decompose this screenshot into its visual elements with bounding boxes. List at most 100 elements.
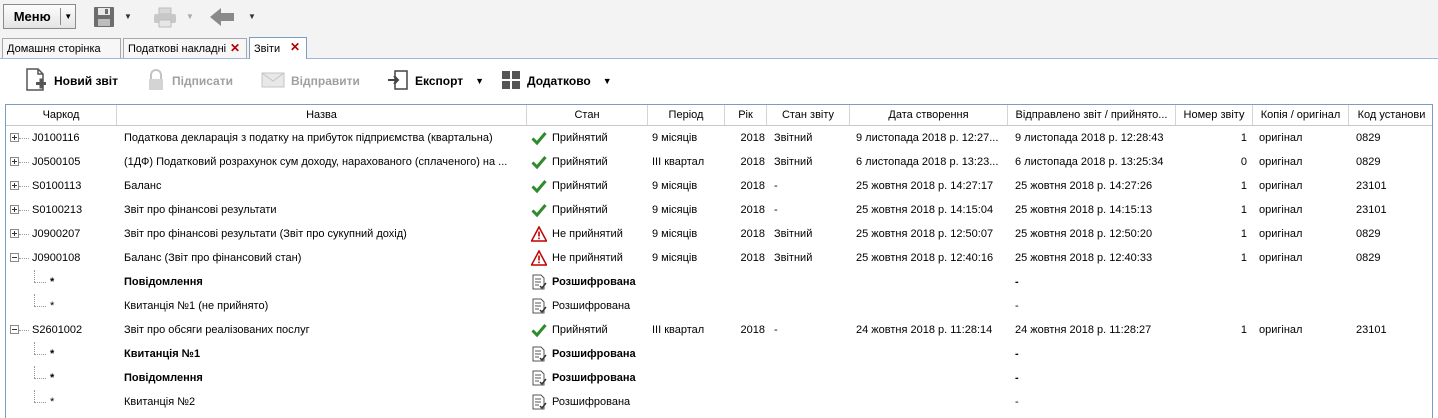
send-label: Відправити xyxy=(291,74,360,88)
cell-code: S0100213 xyxy=(32,204,83,216)
tree-connector xyxy=(19,258,29,259)
cell-year: 2018 xyxy=(740,324,765,336)
more-button[interactable]: Додатково ▼ xyxy=(501,67,612,95)
reports-grid: Чаркод Назва Стан Період Рік Стан звіту … xyxy=(5,104,1433,418)
table-child-row[interactable]: * Розшифрована Квитанція №1 (не прийнято) - xyxy=(6,294,1432,318)
tree-connector xyxy=(34,342,35,354)
cell-org-code xyxy=(1356,342,1432,366)
envelope-icon xyxy=(261,71,285,92)
cell-org-code: 0829 xyxy=(1356,132,1381,144)
tree-connector xyxy=(19,330,29,331)
document-icon xyxy=(531,370,547,386)
cell-created: 25 жовтня 2018 р. 14:27:17 xyxy=(856,180,994,192)
tab-reports[interactable]: Звіти ✕ xyxy=(249,37,307,59)
table-row[interactable]: J0900207 Не прийнятий Звіт про фінансові р… xyxy=(6,222,1432,246)
cell-copy: оригінал xyxy=(1259,180,1303,192)
export-button[interactable]: Експорт ▼ xyxy=(387,67,484,95)
close-icon[interactable]: ✕ xyxy=(230,41,240,55)
collapse-icon[interactable] xyxy=(10,253,19,262)
table-row[interactable]: J0500105 Прийнятий (1ДФ) Податковий розрах… xyxy=(6,150,1432,174)
column-header-name[interactable]: Назва xyxy=(117,105,527,125)
collapse-icon[interactable] xyxy=(10,325,19,334)
table-child-row[interactable]: * Розшифрована Квитанція №2 - xyxy=(6,390,1432,414)
print-dropdown-icon[interactable]: ▼ xyxy=(186,12,194,21)
new-report-button[interactable]: Новий звіт xyxy=(24,67,118,95)
tree-connector xyxy=(19,162,29,163)
table-child-row[interactable]: * Розшифрована Квитанція №1 - xyxy=(6,342,1432,366)
more-dropdown-icon[interactable]: ▼ xyxy=(603,76,612,86)
cell-copy xyxy=(1259,294,1347,318)
cell-period xyxy=(652,390,722,414)
table-row[interactable]: S2601002 Прийнятий Звіт про обсяги реалізо… xyxy=(6,318,1432,342)
sign-button[interactable]: Підписати xyxy=(146,67,233,95)
table-row[interactable]: S0100213 Прийнятий Звіт про фінансові резу… xyxy=(6,198,1432,222)
column-header-status[interactable]: Стан xyxy=(527,105,648,125)
cell-org-code: 0829 xyxy=(1356,228,1381,240)
table-child-row[interactable]: * Розшифрована Повідомлення - xyxy=(6,270,1432,294)
tab-tax-invoices[interactable]: Податкові накладні ✕ xyxy=(123,38,247,58)
check-icon xyxy=(531,202,547,218)
cell-report-state xyxy=(774,390,848,414)
chevron-down-icon[interactable]: ▼ xyxy=(61,12,75,21)
cell-code: * xyxy=(50,276,55,288)
cell-report-state: Звітний xyxy=(774,132,813,144)
column-header-copy[interactable]: Копія / оригінал xyxy=(1253,105,1349,125)
cell-org-code: 0829 xyxy=(1356,252,1381,264)
column-header-number[interactable]: Номер звіту xyxy=(1176,105,1253,125)
cell-created: 25 жовтня 2018 р. 12:40:16 xyxy=(856,252,994,264)
export-dropdown-icon[interactable]: ▼ xyxy=(475,76,484,86)
warning-icon xyxy=(530,225,548,242)
expand-icon[interactable] xyxy=(10,205,19,214)
expand-icon[interactable] xyxy=(10,229,19,238)
check-icon xyxy=(531,322,547,338)
cell-code: J0900207 xyxy=(32,228,81,240)
cell-status: Розшифрована xyxy=(552,300,631,312)
cell-copy: оригінал xyxy=(1259,204,1303,216)
expand-icon[interactable] xyxy=(10,157,19,166)
cell-status: Розшифрована xyxy=(552,396,631,408)
cell-name: Повідомлення xyxy=(124,372,203,384)
back-arrow-icon[interactable] xyxy=(208,4,236,30)
cell-sent: 25 жовтня 2018 р. 12:50:20 xyxy=(1015,228,1153,240)
cell-created: 9 листопада 2018 р. 12:27... xyxy=(856,132,999,144)
column-header-period[interactable]: Період xyxy=(648,105,725,125)
send-button[interactable]: Відправити xyxy=(261,67,360,95)
column-header-year[interactable]: Рік xyxy=(725,105,767,125)
expand-icon[interactable] xyxy=(10,181,19,190)
cell-report-state: Звітний xyxy=(774,228,813,240)
tree-connector xyxy=(34,294,35,306)
table-row[interactable]: J0100116 Прийнятий Податкова декларація з … xyxy=(6,126,1432,150)
cell-created: 25 жовтня 2018 р. 14:15:04 xyxy=(856,204,994,216)
grid-header: Чаркод Назва Стан Період Рік Стан звіту … xyxy=(6,105,1432,126)
expand-icon[interactable] xyxy=(10,133,19,142)
menu-button[interactable]: Меню ▼ xyxy=(3,4,76,29)
cell-copy xyxy=(1259,342,1347,366)
check-icon xyxy=(531,154,547,170)
column-header-report-state[interactable]: Стан звіту xyxy=(767,105,850,125)
table-child-row[interactable]: * Розшифрована Повідомлення - xyxy=(6,366,1432,390)
cell-created xyxy=(856,294,1006,318)
cell-code: S2601002 xyxy=(32,324,83,336)
column-header-sent[interactable]: Відправлено звіт / прийнято... xyxy=(1008,105,1176,125)
cell-name: Звіт про фінансові результати xyxy=(124,204,277,216)
cell-sent: - xyxy=(1015,300,1019,312)
cell-year: 2018 xyxy=(740,228,765,240)
save-icon[interactable] xyxy=(92,4,116,30)
cell-year xyxy=(729,294,765,318)
cell-name: Квитанція №1 xyxy=(124,348,201,360)
cell-year: 2018 xyxy=(740,204,765,216)
close-icon[interactable]: ✕ xyxy=(290,40,300,54)
document-icon xyxy=(531,394,547,410)
print-icon[interactable] xyxy=(152,4,178,30)
column-header-code[interactable]: Чаркод xyxy=(6,105,117,125)
column-header-org-code[interactable]: Код установи xyxy=(1349,105,1432,125)
save-dropdown-icon[interactable]: ▼ xyxy=(124,12,132,21)
cell-code: J0900108 xyxy=(32,252,81,264)
column-header-created[interactable]: Дата створення xyxy=(850,105,1008,125)
cell-copy: оригінал xyxy=(1259,324,1303,336)
tab-home[interactable]: Домашня сторінка xyxy=(2,38,121,58)
table-row[interactable]: J0900108 Не прийнятий Баланс (Звіт про фін… xyxy=(6,246,1432,270)
cell-name: Квитанція №1 (не прийнято) xyxy=(124,300,269,312)
table-row[interactable]: S0100113 Прийнятий Баланс 9 місяців 2018- 25 … xyxy=(6,174,1432,198)
back-dropdown-icon[interactable]: ▼ xyxy=(248,12,256,21)
